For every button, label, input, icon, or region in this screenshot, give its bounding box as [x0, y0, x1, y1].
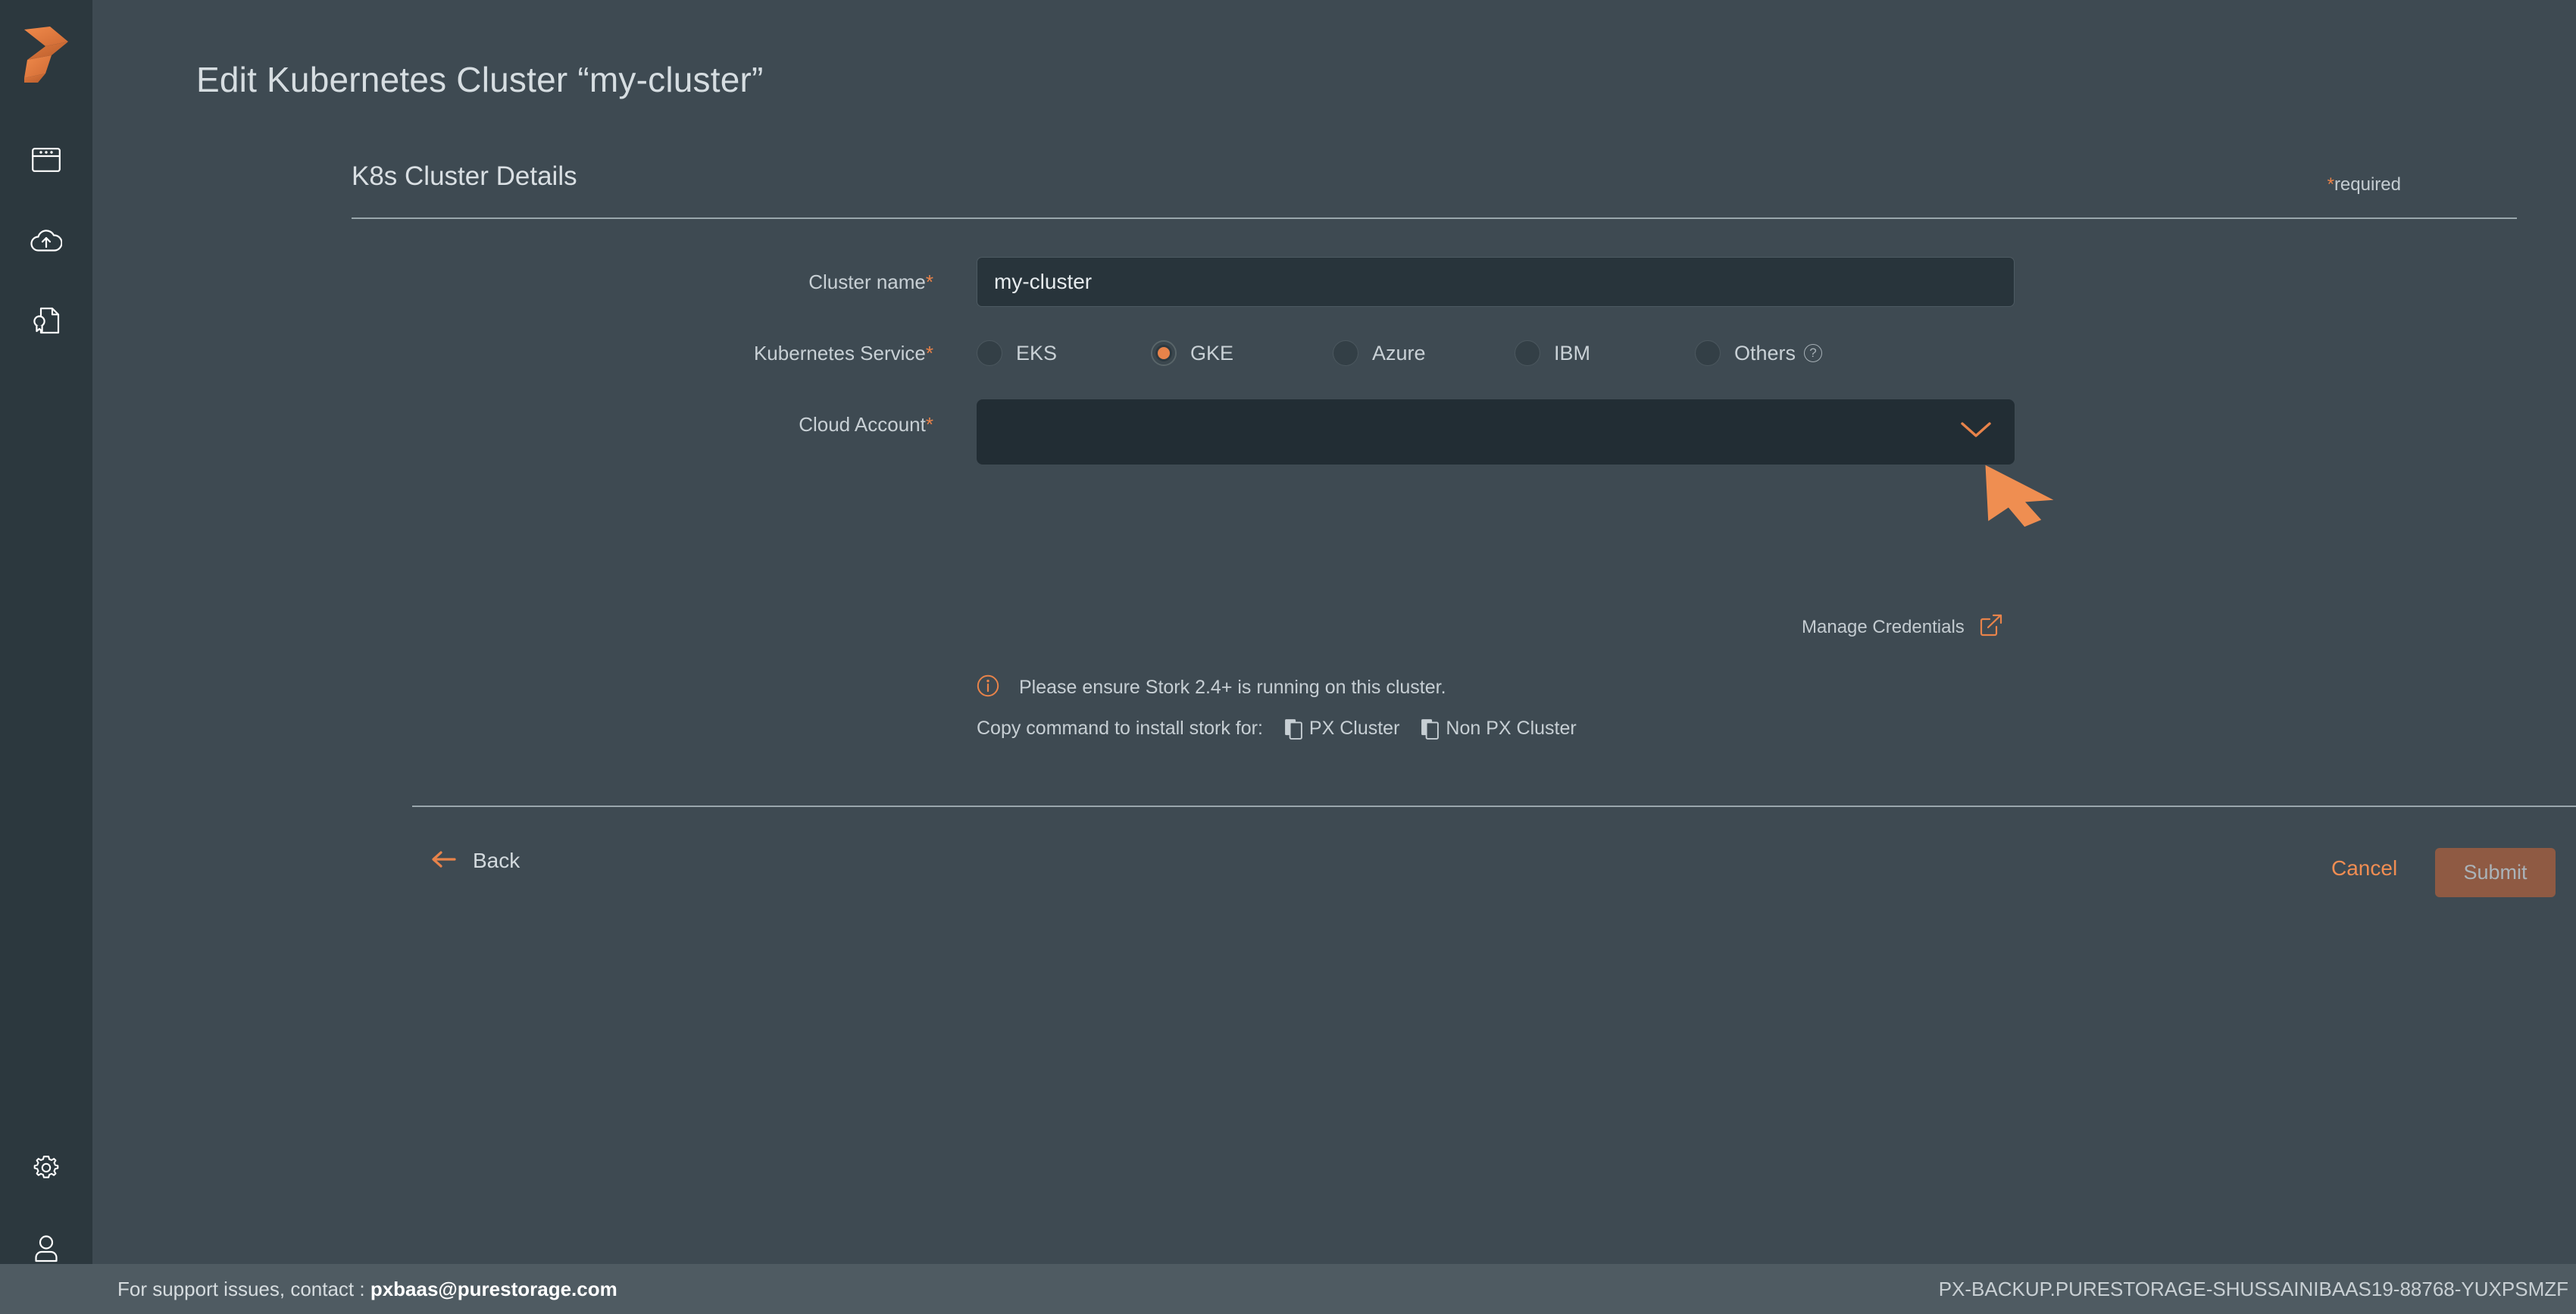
required-asterisk: * [2327, 174, 2334, 195]
section-header: K8s Cluster Details *required [153, 155, 2517, 219]
submit-button[interactable]: Submit [2435, 848, 2556, 897]
footer-support-label: For support issues, contact : [117, 1277, 370, 1300]
help-circle-icon[interactable]: ? [1804, 344, 1823, 362]
radio-dot-others[interactable] [1695, 340, 1721, 366]
radio-option-others[interactable]: Others ? [1695, 340, 1823, 366]
chevron-down-icon[interactable] [1960, 421, 1992, 443]
main-content: Edit Kubernetes Cluster “my-cluster” K8s… [92, 0, 2576, 1314]
sidebar-nav-top [0, 120, 92, 361]
sidebar-item-backup[interactable] [0, 200, 92, 280]
kubernetes-service-label-text: Kubernetes Service [753, 342, 926, 364]
user-icon [35, 1235, 58, 1262]
footer-bar: For support issues, contact : pxbaas@pur… [0, 1264, 2576, 1314]
cloud-account-label: Cloud Account* [153, 399, 933, 434]
dashboard-window-icon [32, 148, 61, 172]
app-root: Edit Kubernetes Cluster “my-cluster” K8s… [0, 0, 2576, 1314]
stork-notice: Please ensure Stork 2.4+ is running on t… [977, 674, 1577, 740]
mouse-cursor [1977, 464, 2071, 543]
portworx-logo-icon [24, 27, 68, 83]
actions-divider [412, 806, 2576, 807]
cluster-name-input[interactable] [977, 257, 2015, 307]
section-title: K8s Cluster Details [352, 161, 577, 191]
cloud-account-label-text: Cloud Account [799, 413, 926, 436]
section-divider [352, 217, 2517, 219]
radio-option-ibm[interactable]: IBM [1515, 340, 1695, 366]
sidebar [0, 0, 92, 1314]
copy-command-px-cluster[interactable]: PX Cluster [1284, 718, 1399, 740]
radio-option-eks[interactable]: EKS [977, 340, 1151, 366]
radio-option-azure[interactable]: Azure [1333, 340, 1515, 366]
radio-dot-ibm[interactable] [1515, 340, 1540, 366]
license-certificate-icon [33, 307, 60, 334]
radio-dot-eks[interactable] [977, 340, 1002, 366]
external-link-icon[interactable] [1980, 614, 2002, 640]
copy-command-non-px-cluster-label: Non PX Cluster [1446, 718, 1577, 739]
kubernetes-service-label: Kubernetes Service* [153, 343, 933, 363]
sidebar-item-settings[interactable] [0, 1128, 92, 1208]
required-legend-text: required [2334, 174, 2401, 195]
gear-icon [33, 1156, 59, 1178]
radio-label-others: Others [1734, 341, 1796, 364]
page-title: Edit Kubernetes Cluster “my-cluster” [196, 60, 764, 99]
footer-support-text: For support issues, contact : pxbaas@pur… [117, 1278, 617, 1301]
footer-support-email[interactable]: pxbaas@purestorage.com [370, 1278, 617, 1300]
cloud-account-row: Cloud Account* [153, 399, 2517, 465]
copy-icon [1285, 718, 1302, 740]
radio-option-gke[interactable]: GKE [1151, 340, 1333, 366]
cloud-upload-icon [30, 230, 62, 252]
stork-copy-row: Copy command to install stork for: PX Cl… [977, 718, 1577, 740]
sidebar-item-license[interactable] [0, 280, 92, 361]
cluster-name-row: Cluster name* [153, 257, 2517, 307]
copy-icon [1421, 718, 1440, 740]
arrow-left-icon [430, 850, 456, 872]
stork-copy-prefix: Copy command to install stork for: [977, 718, 1263, 739]
cancel-button[interactable]: Cancel [2331, 856, 2397, 881]
radio-label-gke: GKE [1190, 341, 1234, 364]
copy-command-px-cluster-label: PX Cluster [1308, 718, 1400, 739]
cluster-name-label-text: Cluster name [808, 271, 926, 293]
required-legend: *required [2327, 174, 2401, 196]
radio-label-ibm: IBM [1554, 341, 1591, 364]
manage-credentials-link[interactable]: Manage Credentials [1802, 614, 2002, 640]
cursor-arrow-icon [1985, 465, 2054, 527]
back-button-label: Back [473, 849, 521, 872]
cloud-account-select[interactable] [977, 399, 2015, 465]
info-circle-icon [977, 674, 999, 701]
stork-message: Please ensure Stork 2.4+ is running on t… [1019, 677, 1446, 698]
footer-instance-id: PX-BACKUP.PURESTORAGE-SHUSSAINIBAAS19-88… [1938, 1277, 2568, 1300]
copy-command-non-px-cluster[interactable]: Non PX Cluster [1421, 718, 1577, 740]
cloud-account-required-asterisk: * [925, 413, 933, 436]
cluster-name-label: Cluster name* [153, 257, 933, 292]
stork-message-row: Please ensure Stork 2.4+ is running on t… [977, 674, 1577, 701]
kubernetes-service-row: Kubernetes Service* EKS GKE Azure IBM Ot… [153, 340, 2517, 366]
radio-dot-azure[interactable] [1333, 340, 1358, 366]
radio-label-eks: EKS [1016, 341, 1058, 364]
kubernetes-service-required-asterisk: * [925, 342, 933, 364]
k8s-cluster-details-form: K8s Cluster Details *required Cluster na… [153, 155, 2576, 897]
kubernetes-service-radio-group: EKS GKE Azure IBM Others ? [977, 340, 1823, 366]
back-button[interactable]: Back [430, 849, 520, 873]
manage-credentials-label: Manage Credentials [1802, 616, 1965, 637]
sidebar-item-dashboard[interactable] [0, 120, 92, 200]
radio-label-azure: Azure [1372, 341, 1426, 364]
cluster-name-required-asterisk: * [925, 271, 933, 293]
radio-dot-gke[interactable] [1151, 340, 1177, 366]
portworx-logo[interactable] [12, 17, 80, 92]
